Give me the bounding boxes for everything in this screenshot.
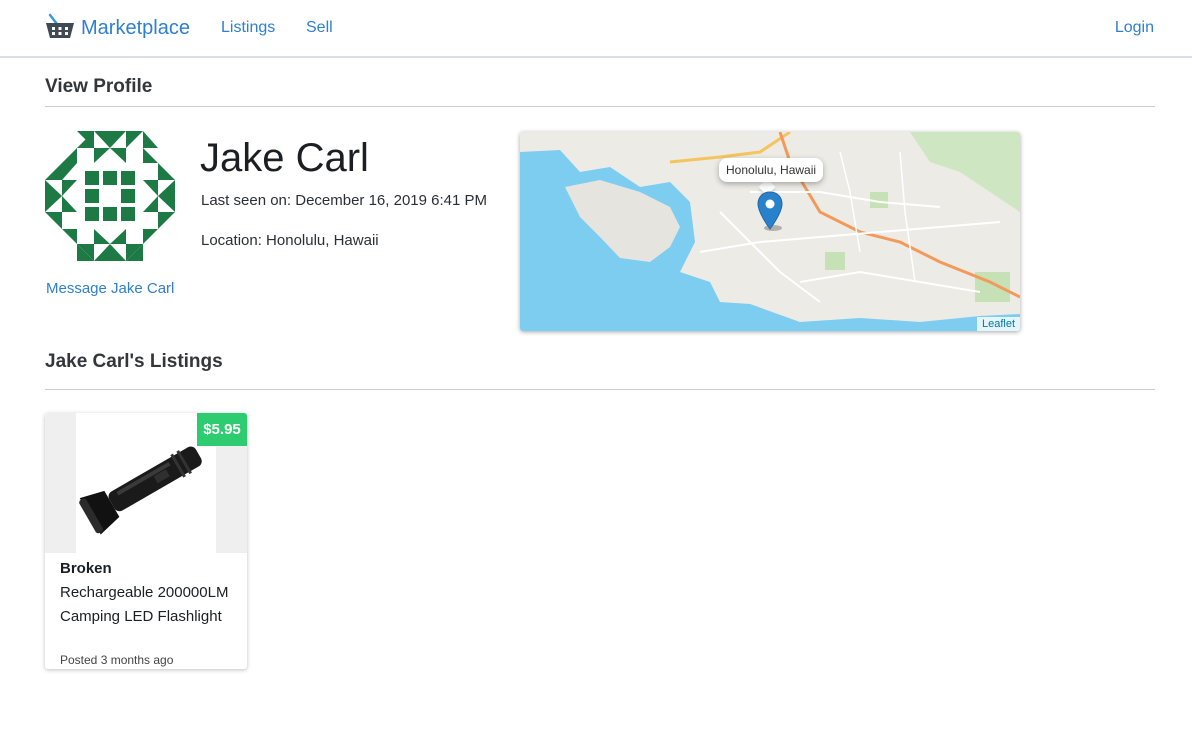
login-link[interactable]: Login bbox=[1115, 19, 1154, 37]
location-text: Location: Honolulu, Hawaii bbox=[201, 232, 379, 249]
map-attribution-link[interactable]: Leaflet bbox=[976, 317, 1020, 331]
brand-link[interactable]: Marketplace bbox=[45, 12, 190, 44]
avatar bbox=[45, 131, 175, 261]
listing-card[interactable]: $5.95 Broken Rechargeable 200000LM Campi… bbox=[45, 413, 247, 669]
shopping-basket-icon bbox=[45, 13, 75, 44]
listing-title-bold: Broken bbox=[60, 560, 112, 577]
navbar: Marketplace Listings Sell Login bbox=[0, 0, 1192, 58]
listing-title-rest: Rechargeable 200000LM Camping LED Flashl… bbox=[60, 584, 229, 625]
message-user-link[interactable]: Message Jake Carl bbox=[46, 280, 174, 297]
map-popup[interactable]: Honolulu, Hawaii bbox=[719, 158, 824, 182]
listings-section-divider bbox=[45, 389, 1155, 390]
flashlight-image bbox=[76, 413, 216, 553]
listings-section-title: Jake Carl's Listings bbox=[45, 351, 223, 372]
brand-name: Marketplace bbox=[81, 16, 190, 39]
nav-link-listings[interactable]: Listings bbox=[221, 19, 275, 37]
profile-section-title: View Profile bbox=[45, 76, 153, 97]
listing-title[interactable]: Broken Rechargeable 200000LM Camping LED… bbox=[60, 557, 240, 629]
profile-name: Jake Carl bbox=[200, 136, 369, 180]
price-badge: $5.95 bbox=[197, 413, 247, 446]
last-seen-text: Last seen on: December 16, 2019 6:41 PM bbox=[201, 192, 488, 209]
nav-link-sell[interactable]: Sell bbox=[306, 19, 333, 37]
map-marker-icon[interactable] bbox=[757, 191, 783, 231]
listing-posted-time: Posted 3 months ago bbox=[60, 653, 174, 667]
location-map[interactable]: Honolulu, Hawaii Leaflet bbox=[520, 132, 1020, 331]
profile-section-divider bbox=[45, 106, 1155, 107]
